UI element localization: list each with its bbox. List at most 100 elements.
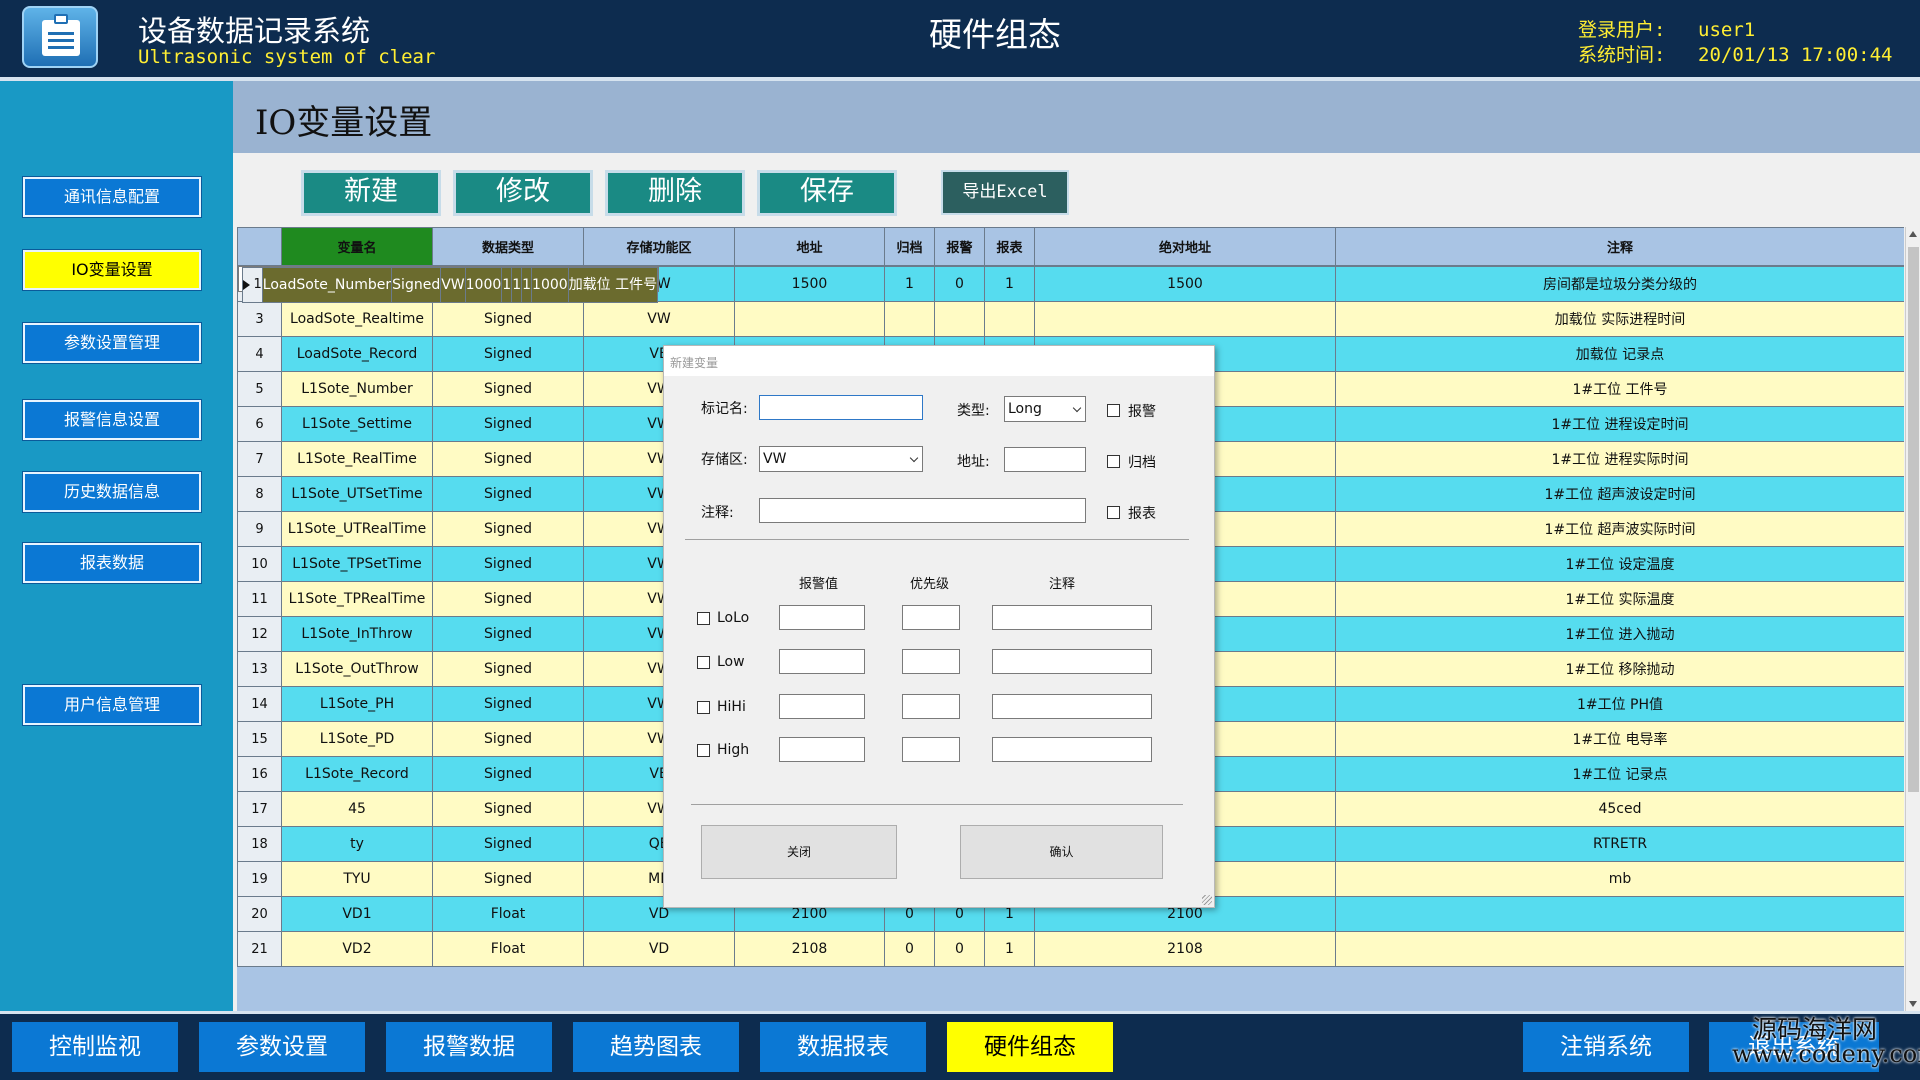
row-header[interactable]: 14: [237, 686, 282, 722]
row-header[interactable]: 3: [237, 301, 282, 337]
table-row[interactable]: 21 VD2 Float VD 2108 0 0 1 2108: [237, 931, 1904, 967]
logout-button[interactable]: 注销系统: [1523, 1022, 1689, 1072]
row-header[interactable]: 19: [237, 861, 282, 897]
nav-trend-chart[interactable]: 趋势图表: [573, 1022, 739, 1072]
cell-note[interactable]: 1#工位 移除抛动: [1335, 651, 1904, 687]
cell-note[interactable]: 1#工位 PH值: [1335, 686, 1904, 722]
row-header[interactable]: 9: [237, 511, 282, 547]
cell-note[interactable]: [1335, 931, 1904, 967]
cell-name[interactable]: L1Sote_UTSetTime: [281, 476, 433, 512]
col-header[interactable]: 报表: [984, 227, 1035, 266]
tag-name-input[interactable]: [759, 395, 923, 420]
cell-type[interactable]: Signed: [432, 476, 584, 512]
hihi-value-input[interactable]: [779, 694, 865, 719]
cell-report[interactable]: [984, 301, 1035, 337]
cell-note[interactable]: 1#工位 进程设定时间: [1335, 406, 1904, 442]
cell-name[interactable]: ty: [281, 826, 433, 862]
row-header[interactable]: 17: [237, 791, 282, 827]
cell-note[interactable]: 1#工位 实际温度: [1335, 581, 1904, 617]
cell-name[interactable]: L1Sote_InThrow: [281, 616, 433, 652]
col-header[interactable]: 变量名: [281, 227, 433, 266]
col-header[interactable]: 报警: [934, 227, 985, 266]
sidebar-item-users[interactable]: 用户信息管理: [23, 685, 201, 725]
cell-note[interactable]: 1#工位 超声波实际时间: [1335, 511, 1904, 547]
table-row[interactable]: 1 LoadSote_Number Signed VW 1000 1 1 1 1000 加载位 工…: [237, 266, 660, 303]
row-header[interactable]: 15: [237, 721, 282, 757]
scroll-thumb[interactable]: [1908, 247, 1919, 792]
cell-note[interactable]: [1335, 896, 1904, 932]
vertical-scrollbar[interactable]: [1905, 227, 1920, 1011]
cell-note[interactable]: 1#工位 进程实际时间: [1335, 441, 1904, 477]
nav-data-report[interactable]: 数据报表: [760, 1022, 926, 1072]
cell-note[interactable]: 1#工位 工件号: [1335, 371, 1904, 407]
high-priority-input[interactable]: [902, 737, 960, 762]
col-header[interactable]: 归档: [884, 227, 935, 266]
cell-type[interactable]: Signed: [432, 616, 584, 652]
report-checkbox[interactable]: [1107, 506, 1120, 519]
sidebar-item-io-variables[interactable]: IO变量设置: [23, 250, 201, 290]
lolo-priority-input[interactable]: [902, 605, 960, 630]
cell-type[interactable]: Signed: [432, 511, 584, 547]
table-row[interactable]: 3 LoadSote_Realtime Signed VW 加载位 实际进程时间: [237, 301, 1904, 337]
cell-type[interactable]: Signed: [432, 791, 584, 827]
sidebar-item-history[interactable]: 历史数据信息: [23, 472, 201, 512]
cell-name[interactable]: L1Sote_RealTime: [281, 441, 433, 477]
row-header[interactable]: 10: [237, 546, 282, 582]
cell-name[interactable]: L1Sote_TPSetTime: [281, 546, 433, 582]
cell-alarm[interactable]: [934, 301, 985, 337]
sidebar-item-comm-config[interactable]: 通讯信息配置: [23, 177, 201, 217]
cell-alarm[interactable]: 0: [934, 931, 985, 967]
cell-area[interactable]: VD: [583, 931, 735, 967]
row-header[interactable]: 7: [237, 441, 282, 477]
cell-note[interactable]: mb: [1335, 861, 1904, 897]
row-header[interactable]: 1: [241, 267, 263, 303]
scroll-down-icon[interactable]: [1909, 1001, 1917, 1007]
cell-abs[interactable]: 1500: [1034, 266, 1336, 302]
alarm-checkbox[interactable]: [1107, 404, 1120, 417]
cell-note[interactable]: 1#工位 进入抛动: [1335, 616, 1904, 652]
cell-name[interactable]: 45: [281, 791, 433, 827]
cell-name[interactable]: L1Sote_PD: [281, 721, 433, 757]
row-header[interactable]: 18: [237, 826, 282, 862]
cell-report[interactable]: 1: [984, 266, 1035, 302]
lolo-checkbox[interactable]: [697, 612, 710, 625]
cell-report[interactable]: 1: [521, 267, 533, 303]
col-header[interactable]: 地址: [734, 227, 885, 266]
row-header[interactable]: 12: [237, 616, 282, 652]
cell-name[interactable]: VD2: [281, 931, 433, 967]
cell-type[interactable]: Float: [432, 896, 584, 932]
cell-area[interactable]: VW: [583, 301, 735, 337]
confirm-button[interactable]: 确认: [960, 825, 1163, 879]
save-button[interactable]: 保存: [757, 170, 897, 216]
close-button[interactable]: 关闭: [701, 825, 897, 879]
row-header[interactable]: 6: [237, 406, 282, 442]
cell-type[interactable]: Signed: [391, 267, 442, 303]
cell-name[interactable]: L1Sote_Record: [281, 756, 433, 792]
cell-type[interactable]: Signed: [432, 581, 584, 617]
cell-abs[interactable]: 1000: [531, 267, 569, 303]
cell-name[interactable]: L1Sote_TPRealTime: [281, 581, 433, 617]
row-header[interactable]: 4: [237, 336, 282, 372]
sidebar-item-reports[interactable]: 报表数据: [23, 543, 201, 583]
cell-type[interactable]: Signed: [432, 686, 584, 722]
export-excel-button[interactable]: 导出Excel: [941, 170, 1069, 215]
row-header[interactable]: 13: [237, 651, 282, 687]
nav-hardware-config[interactable]: 硬件组态: [947, 1022, 1113, 1072]
row-header[interactable]: 11: [237, 581, 282, 617]
delete-button[interactable]: 删除: [605, 170, 745, 216]
hihi-checkbox[interactable]: [697, 701, 710, 714]
cell-type[interactable]: Signed: [432, 546, 584, 582]
cell-abs[interactable]: [1034, 301, 1336, 337]
cell-type[interactable]: Signed: [432, 441, 584, 477]
cell-arch[interactable]: 1: [884, 266, 935, 302]
cell-report[interactable]: 1: [984, 931, 1035, 967]
nav-param-settings[interactable]: 参数设置: [199, 1022, 365, 1072]
row-header[interactable]: 20: [237, 896, 282, 932]
type-select[interactable]: Long: [1004, 396, 1086, 422]
cell-name[interactable]: L1Sote_UTRealTime: [281, 511, 433, 547]
cell-arch[interactable]: [884, 301, 935, 337]
cell-note[interactable]: 1#工位 记录点: [1335, 756, 1904, 792]
cell-arch[interactable]: 1: [501, 267, 513, 303]
cell-addr[interactable]: 2108: [734, 931, 885, 967]
cell-name[interactable]: L1Sote_Settime: [281, 406, 433, 442]
